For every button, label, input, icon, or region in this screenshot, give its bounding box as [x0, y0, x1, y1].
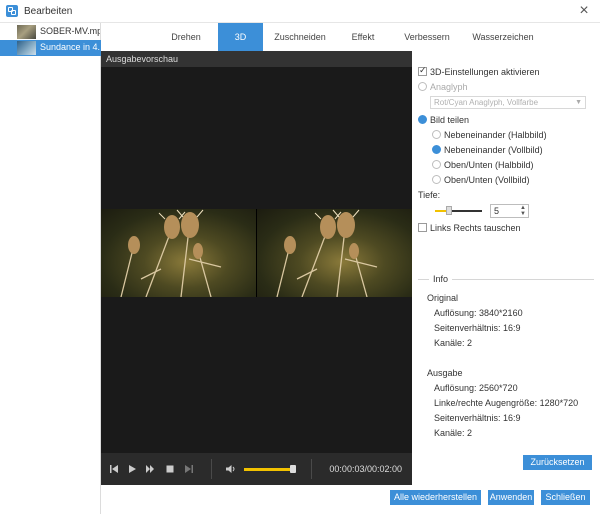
skip-to-end-icon[interactable] [184, 464, 194, 474]
title-bar: Bearbeiten × [0, 0, 600, 23]
option-label: Nebeneinander (Halbbild) [444, 130, 547, 140]
volume-slider-handle[interactable] [290, 465, 296, 473]
volume-icon[interactable] [225, 464, 235, 474]
reset-button[interactable]: Zurücksetzen [523, 455, 592, 470]
depth-value: 5 [494, 206, 500, 216]
radio-off-icon [432, 130, 441, 139]
option-label: Oben/Unten (Vollbild) [444, 175, 530, 185]
fast-forward-icon[interactable] [145, 464, 155, 474]
output-channels: Kanäle: 2 [434, 428, 473, 438]
dialog-footer: Alle wiederherstellen Anwenden Schließen [101, 485, 600, 514]
split-option-side-full[interactable]: Nebeneinander (Vollbild) [432, 145, 543, 155]
3d-settings-panel: 3D-Einstellungen aktivieren Anaglyph Rot… [412, 51, 600, 485]
tab-3d[interactable]: 3D [218, 23, 263, 51]
close-button[interactable]: Schließen [541, 490, 590, 505]
checkbox-unchecked-icon [418, 223, 427, 232]
checkbox-checked-icon [418, 65, 427, 76]
output-preview: Ausgabevorschau 00:00:03/00:02:00 [101, 51, 412, 485]
split-option-side-half[interactable]: Nebeneinander (Halbbild) [432, 130, 547, 140]
volume-slider-track[interactable] [244, 468, 294, 471]
radio-off-icon [432, 175, 441, 184]
video-thumbnail [17, 41, 36, 55]
depth-spinbox[interactable]: 5 ▲ ▼ [490, 204, 529, 218]
radio-off-icon [418, 82, 427, 91]
output-aspect-ratio: Seitenverhältnis: 16:9 [434, 413, 521, 423]
close-icon[interactable]: × [577, 3, 591, 19]
window-title: Bearbeiten [24, 6, 73, 17]
radio-off-icon [432, 160, 441, 169]
spin-arrows-icon[interactable]: ▲ ▼ [520, 205, 526, 217]
right-eye-view [257, 209, 412, 297]
playback-controls: 00:00:03/00:02:00 [101, 453, 412, 485]
output-heading: Ausgabe [427, 368, 463, 378]
split-radio[interactable]: Bild teilen [418, 115, 469, 125]
output-eye-size: Linke/rechte Augengröße: 1280*720 [434, 398, 579, 408]
original-resolution: Auflösung: 3840*2160 [434, 308, 523, 318]
original-channels: Kanäle: 2 [434, 338, 473, 348]
tab-rotate[interactable]: Drehen [158, 23, 214, 51]
file-list: SOBER-MV.mp4 Sundance in 4... [0, 23, 101, 514]
option-label: Oben/Unten (Halbbild) [444, 160, 534, 170]
file-name: Sundance in 4... [40, 42, 100, 52]
video-canvas [101, 67, 412, 461]
radio-on-icon [432, 145, 441, 154]
time-display: 00:00:03/00:02:00 [329, 464, 402, 474]
app-icon [6, 5, 18, 17]
original-aspect-ratio: Seitenverhältnis: 16:9 [434, 323, 521, 333]
chevron-down-icon: ▼ [575, 99, 582, 106]
anaglyph-label: Anaglyph [430, 82, 468, 92]
split-option-topbottom-full[interactable]: Oben/Unten (Vollbild) [432, 175, 530, 185]
swap-checkbox[interactable]: Links Rechts tauschen [418, 223, 521, 233]
left-eye-view [101, 209, 256, 297]
radio-on-icon [418, 115, 427, 124]
original-heading: Original [427, 293, 459, 303]
tab-watermark[interactable]: Wasserzeichen [465, 23, 541, 51]
anaglyph-radio[interactable]: Anaglyph [418, 82, 468, 92]
info-legend: Info [429, 274, 453, 284]
divider [311, 459, 312, 479]
file-name: SOBER-MV.mp4 [40, 26, 100, 36]
anaglyph-select[interactable]: Rot/Cyan Anaglyph, Vollfarbe ▼ [430, 96, 586, 109]
option-label: Nebeneinander (Vollbild) [444, 145, 543, 155]
apply-button[interactable]: Anwenden [488, 490, 534, 505]
swap-label: Links Rechts tauschen [430, 223, 521, 233]
skip-to-start-icon[interactable] [109, 464, 119, 474]
enable-3d-label: 3D-Einstellungen aktivieren [430, 67, 540, 77]
tab-enhance[interactable]: Verbessern [397, 23, 457, 51]
anaglyph-select-value: Rot/Cyan Anaglyph, Vollfarbe [434, 98, 539, 107]
divider [211, 459, 212, 479]
enable-3d-checkbox[interactable]: 3D-Einstellungen aktivieren [418, 65, 540, 77]
video-thumbnail [17, 25, 36, 39]
preview-title: Ausgabevorschau [101, 51, 412, 67]
video-frame [101, 209, 412, 297]
play-icon[interactable] [127, 464, 137, 474]
file-item-sundance[interactable]: Sundance in 4... [0, 40, 101, 56]
tab-effect[interactable]: Effekt [337, 23, 389, 51]
stop-icon[interactable] [165, 464, 175, 474]
depth-slider-handle[interactable] [446, 206, 452, 215]
restore-all-button[interactable]: Alle wiederherstellen [390, 490, 481, 505]
output-resolution: Auflösung: 2560*720 [434, 383, 518, 393]
depth-label: Tiefe: [418, 190, 441, 200]
tab-crop[interactable]: Zuschneiden [267, 23, 333, 51]
split-option-topbottom-half[interactable]: Oben/Unten (Halbbild) [432, 160, 534, 170]
file-item-sober[interactable]: SOBER-MV.mp4 [0, 24, 101, 40]
split-label: Bild teilen [430, 115, 470, 125]
tab-bar: Drehen 3D Zuschneiden Effekt Verbessern … [101, 23, 600, 51]
info-group [418, 279, 594, 449]
